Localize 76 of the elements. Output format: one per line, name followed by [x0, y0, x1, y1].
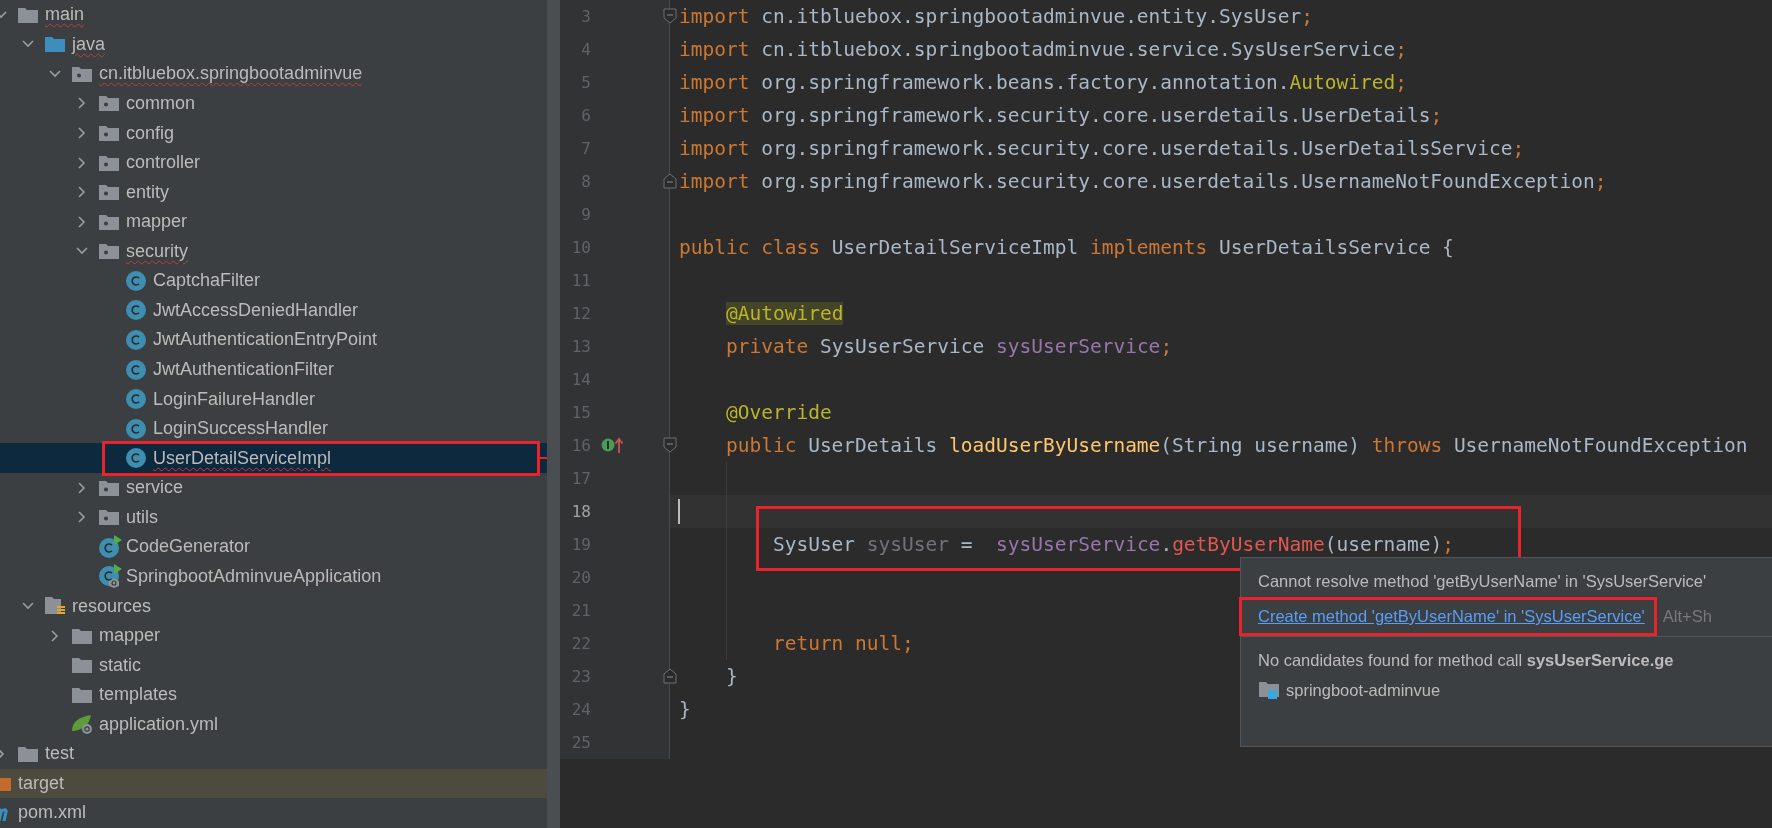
tree-item-label: CaptchaFilter [153, 270, 261, 292]
tree-row[interactable]: test [0, 739, 547, 769]
tree-item-label: cn.itbluebox.springbootadminvue [99, 63, 363, 85]
code-line: } [679, 698, 691, 721]
tree-row[interactable]: main [0, 0, 547, 30]
tree-item-label: application.yml [99, 713, 219, 735]
tree-row[interactable]: common [0, 88, 547, 119]
tree-row[interactable]: service [0, 473, 547, 503]
tree-item-label: service [126, 477, 183, 499]
tree-row[interactable]: config [0, 118, 547, 148]
code-line: import cn.itbluebox.springbootadminvue.entity.SysUser; [679, 5, 1313, 28]
tree-item-label: SpringbootAdminvueApplication [126, 565, 382, 587]
tree-row[interactable]: mapper [0, 206, 547, 237]
tree-row[interactable]: JwtAuthenticationFilter [0, 354, 547, 385]
details-message: No candidates found for method call sysUserService.ge [1258, 651, 1675, 670]
tree-row[interactable]: static [0, 650, 547, 680]
tree-row[interactable]: JwtAccessDeniedHandler [0, 295, 547, 326]
tree-row[interactable]: target [0, 768, 547, 799]
tree-item-label: java [72, 33, 106, 55]
code-line: import org.springframework.security.core.userdetails.UserDetails; [679, 104, 1443, 127]
tree-row[interactable]: CaptchaFilter [0, 266, 547, 296]
code-line: public class UserDetailServiceImpl implements UserDetailsService { [679, 236, 1454, 259]
tree-row[interactable]: UserDetailServiceImpl [0, 443, 547, 473]
tree-item-label: controller [126, 152, 201, 174]
code-line: import org.springframework.security.core.userdetails.UsernameNotFoundException; [679, 170, 1607, 193]
tree-item-label: CodeGenerator [126, 536, 251, 558]
tree-row[interactable]: JwtAuthenticationEntryPoint [0, 325, 547, 355]
tree-item-label: utils [126, 506, 158, 528]
tree-row[interactable]: mapper [0, 620, 547, 651]
tree-row[interactable]: SpringbootAdminvueApplication [0, 561, 547, 592]
tree-row[interactable]: utils [0, 502, 547, 533]
code-line: import org.springframework.security.core.userdetails.UserDetailsService; [679, 137, 1525, 160]
tree-row[interactable]: security [0, 236, 547, 267]
tree-item-label: target [18, 772, 65, 794]
code-line: return null; [771, 632, 914, 655]
code-line: } [724, 665, 738, 688]
error-message: Cannot resolve method 'getByUserName' in 'SysUserService' [1258, 572, 1707, 590]
tree-item-label: pom.xml [18, 802, 86, 824]
code-line: public UserDetails loadUserByUsername(String username) throws UsernameNotFoundException [724, 434, 1748, 457]
tree-item-label: JwtAuthenticationEntryPoint [153, 329, 378, 351]
tree-row[interactable]: LoginFailureHandler [0, 384, 547, 414]
tree-item-label: common [126, 92, 196, 114]
tree-row[interactable]: pom.xml [0, 798, 547, 828]
module-name: springboot-adminvue [1286, 680, 1441, 700]
tree-row[interactable]: templates [0, 679, 547, 710]
tree-item-label: test [45, 743, 74, 765]
tree-item-label: config [126, 122, 175, 144]
tree-item-label: entity [126, 181, 170, 203]
tree-item-label: JwtAuthenticationFilter [153, 359, 335, 381]
tree-item-label: main [45, 4, 84, 26]
code-line: import org.springframework.beans.factory.annotation.Autowired; [679, 71, 1407, 94]
tree-item-label: resources [72, 595, 152, 617]
tree-row[interactable]: CodeGenerator [0, 532, 547, 562]
tree-item-label: mapper [126, 211, 188, 233]
tree-row[interactable]: resources [0, 591, 547, 621]
tree-item-label: templates [99, 684, 178, 706]
quick-fix-link[interactable]: Create method 'getByUserName' in 'SysUserService' [1258, 607, 1645, 625]
code-line: private SysUserService sysUserService; [724, 335, 1173, 358]
tree-row[interactable]: LoginSuccessHandler [0, 413, 547, 444]
shortcut-hint: Alt+Sh [1662, 607, 1712, 626]
tree-item-label: LoginFailureHandler [153, 388, 316, 410]
tree-item-label: JwtAccessDeniedHandler [153, 299, 359, 321]
code-line: import cn.itbluebox.springbootadminvue.service.SysUserService; [679, 38, 1407, 61]
line-number: 18 [570, 502, 591, 521]
tree-item-label: mapper [99, 625, 161, 647]
tree-item-label: UserDetailServiceImpl [153, 447, 332, 469]
tree-item-label: static [99, 654, 141, 676]
tree-row[interactable]: controller [0, 147, 547, 178]
code-line: SysUser sysUser = sysUserService.getByUserName(username); [771, 533, 1454, 556]
tree-row[interactable]: cn.itbluebox.springbootadminvue [0, 59, 547, 89]
tree-row[interactable]: java [0, 29, 547, 60]
code-line: @Override [724, 401, 832, 424]
tree-item-label: LoginSuccessHandler [153, 418, 329, 440]
tree-row[interactable]: application.yml [0, 709, 547, 740]
tree-row[interactable]: entity [0, 177, 547, 207]
tree-item-label: security [126, 240, 188, 262]
